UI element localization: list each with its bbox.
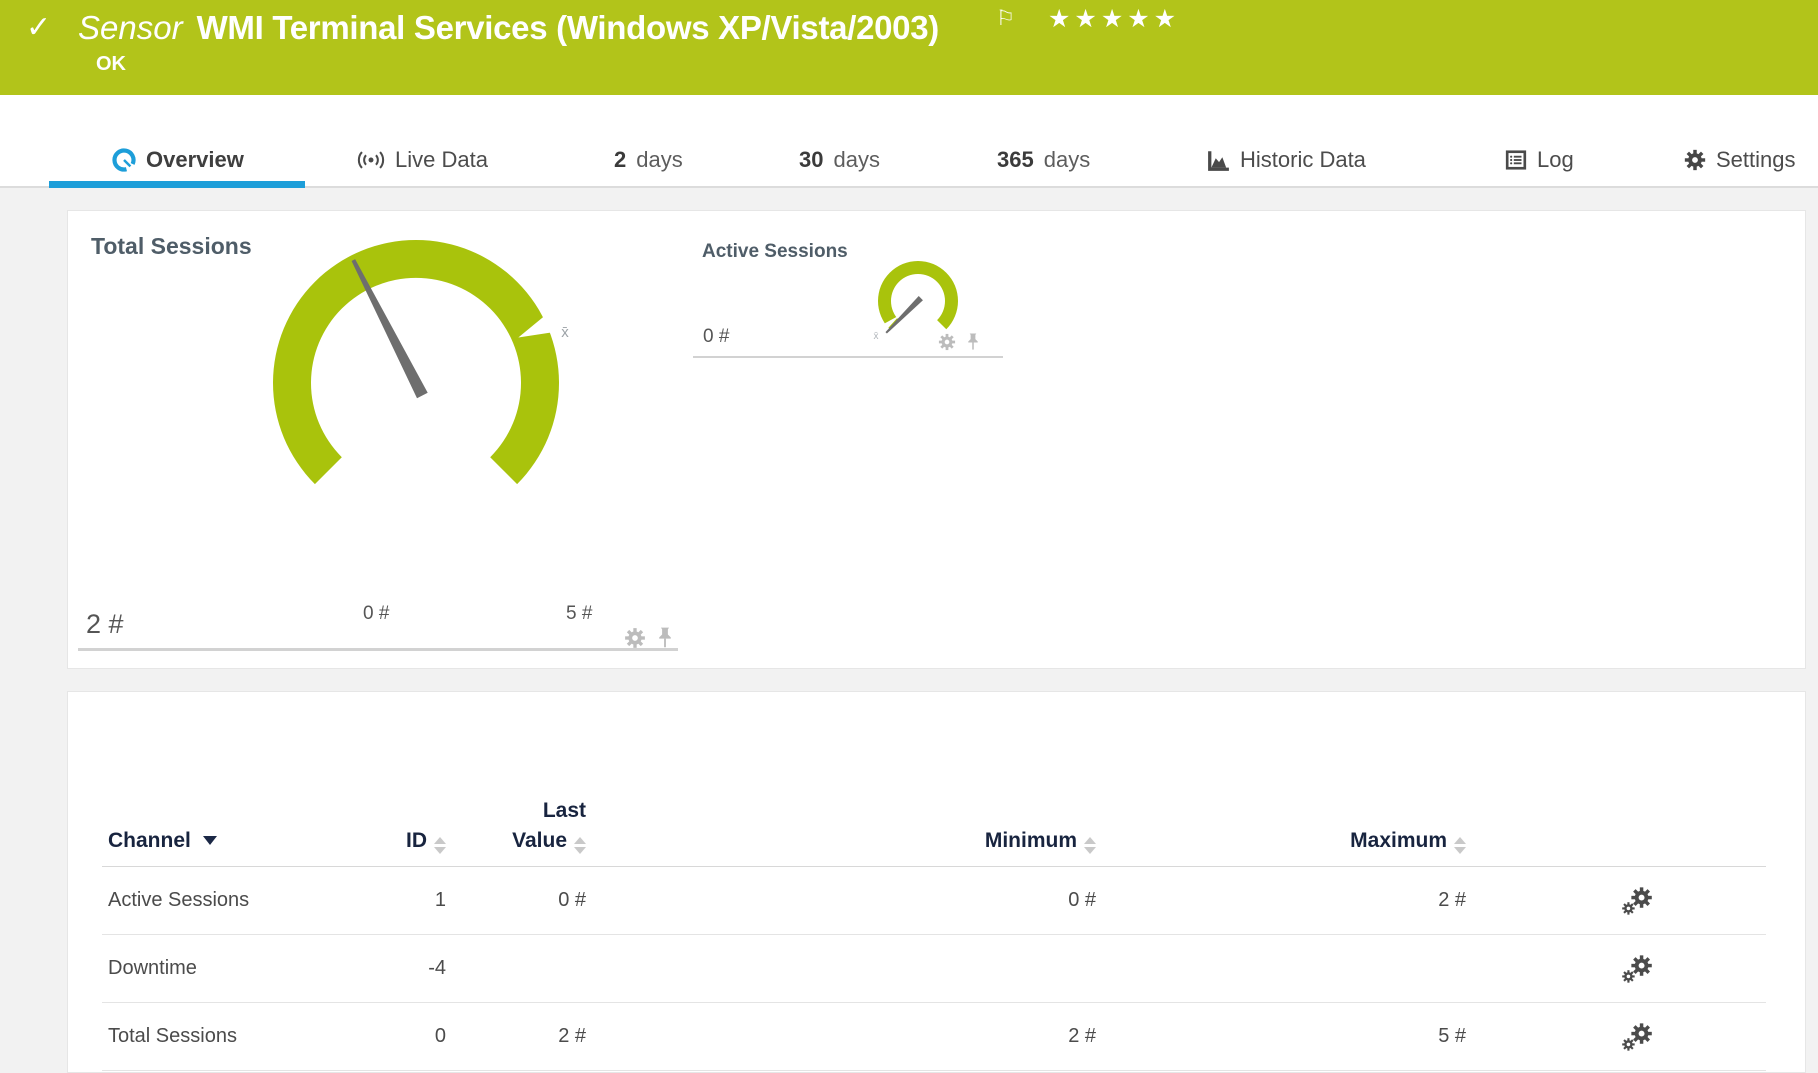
average-marker-label: x̄ (561, 324, 569, 341)
channel-name-cell: Downtime (102, 935, 352, 1003)
gear-icon (1684, 149, 1706, 171)
gauge-divider (78, 648, 678, 651)
minimum-cell: 2 # (592, 1003, 1102, 1071)
channels-table: Channel ID Last Value Minimum Maximum (102, 692, 1766, 1071)
tab-2-days[interactable]: 2 days (614, 143, 683, 177)
column-header-maximum[interactable]: Maximum (1102, 692, 1472, 867)
tab-label: days (833, 147, 879, 173)
active-tab-indicator (49, 181, 305, 188)
channel-settings-cell (1472, 867, 1766, 935)
column-header-id[interactable]: ID (352, 692, 452, 867)
table-row: Total Sessions 0 2 # 2 # 5 # (102, 1003, 1766, 1071)
broadcast-icon (357, 149, 385, 171)
table-row: Active Sessions 1 0 # 0 # 2 # (102, 867, 1766, 935)
sort-arrows-icon (574, 837, 586, 854)
page-title: WMI Terminal Services (Windows XP/Vista/… (197, 9, 939, 46)
channel-settings-gears-icon[interactable] (1621, 955, 1653, 983)
column-label: Last (543, 799, 586, 822)
sort-arrows-icon (434, 837, 446, 854)
id-cell: 0 (352, 1003, 452, 1071)
tab-label: Live Data (395, 147, 488, 173)
column-label: Minimum (985, 829, 1077, 852)
ok-check-icon: ✓ (26, 13, 51, 43)
gauge-title: Active Sessions (702, 241, 848, 263)
priority-stars[interactable]: ★★★★★ (1048, 4, 1180, 34)
column-header-actions (1472, 692, 1766, 867)
last-value-cell: 0 # (452, 867, 592, 935)
status-badge: OK (96, 53, 126, 76)
total-sessions-gauge: x̄ (246, 213, 586, 553)
id-cell: -4 (352, 935, 452, 1003)
tab-label: days (1044, 147, 1090, 173)
column-header-minimum[interactable]: Minimum (592, 692, 1102, 867)
column-header-last-value[interactable]: Last Value (452, 692, 592, 867)
gauge-current-value: 2 # (86, 609, 124, 640)
tab-overview[interactable]: Overview (112, 143, 244, 177)
gauge-max-label: 5 # (566, 603, 592, 625)
log-icon (1505, 149, 1527, 171)
channel-settings-gears-icon[interactable] (1621, 887, 1653, 915)
channels-panel: Channel ID Last Value Minimum Maximum (67, 691, 1806, 1073)
tab-label: Log (1537, 147, 1574, 173)
gauge-actions (624, 627, 675, 649)
tab-historic-data[interactable]: Historic Data (1207, 143, 1366, 177)
gauges-panel: Total Sessions x̄ 0 # 5 # 2 # Active Ses… (67, 210, 1806, 669)
id-cell: 1 (352, 867, 452, 935)
column-label: Value (512, 829, 567, 852)
table-row: Downtime -4 (102, 935, 1766, 1003)
tab-live-data[interactable]: Live Data (357, 143, 488, 177)
channel-name-cell: Active Sessions (102, 867, 352, 935)
gauge-title: Total Sessions (91, 233, 252, 260)
minimum-cell (592, 935, 1102, 1003)
channel-settings-cell (1472, 935, 1766, 1003)
sort-arrows-icon (1454, 837, 1466, 854)
tab-label: Settings (1716, 147, 1796, 173)
maximum-cell: 2 # (1102, 867, 1472, 935)
last-value-cell (452, 935, 592, 1003)
gear-icon[interactable] (938, 333, 956, 351)
pin-icon[interactable] (965, 333, 981, 351)
gear-icon[interactable] (624, 627, 646, 649)
gauge-icon (112, 148, 136, 172)
maximum-cell (1102, 935, 1472, 1003)
column-label: Maximum (1350, 829, 1447, 852)
gauge-current-value: 0 # (703, 326, 729, 348)
tab-label: Overview (146, 147, 244, 173)
sensor-status-header: ✓ Sensor WMI Terminal Services (Windows X… (0, 0, 1818, 95)
chevron-down-icon (203, 836, 217, 845)
sensor-title-line: Sensor WMI Terminal Services (Windows XP/… (78, 9, 939, 47)
minimum-cell: 0 # (592, 867, 1102, 935)
prtg-sensor-page: ✓ Sensor WMI Terminal Services (Windows X… (0, 0, 1818, 1073)
tab-settings[interactable]: Settings (1684, 143, 1796, 177)
tab-log[interactable]: Log (1505, 143, 1574, 177)
tab-bar: Overview Live Data 2 days 30 days 365 da… (0, 95, 1818, 188)
tab-365-days[interactable]: 365 days (997, 143, 1090, 177)
tab-label: days (636, 147, 682, 173)
maximum-cell: 5 # (1102, 1003, 1472, 1071)
tab-30-days[interactable]: 30 days (799, 143, 880, 177)
channel-name-cell: Total Sessions (102, 1003, 352, 1071)
priority-flag-icon[interactable]: ⚐ (996, 6, 1015, 31)
tab-number: 30 (799, 147, 823, 173)
pin-icon[interactable] (655, 627, 675, 649)
gauge-min-label: 0 # (363, 603, 389, 625)
average-marker-label: x̄ (874, 331, 879, 342)
table-header-row: Channel ID Last Value Minimum Maximum (102, 692, 1766, 867)
sort-arrows-icon (1084, 837, 1096, 854)
channel-settings-gears-icon[interactable] (1621, 1023, 1653, 1051)
last-value-cell: 2 # (452, 1003, 592, 1071)
column-label: Channel (108, 829, 191, 852)
gauge-actions (938, 333, 981, 351)
area-chart-icon (1207, 149, 1230, 172)
gauge-divider (693, 356, 1003, 358)
object-kind-label: Sensor (78, 9, 183, 46)
column-header-channel[interactable]: Channel (102, 692, 352, 867)
channel-settings-cell (1472, 1003, 1766, 1071)
tab-label: Historic Data (1240, 147, 1366, 173)
column-label: ID (406, 829, 427, 852)
tab-number: 365 (997, 147, 1034, 173)
tab-number: 2 (614, 147, 626, 173)
